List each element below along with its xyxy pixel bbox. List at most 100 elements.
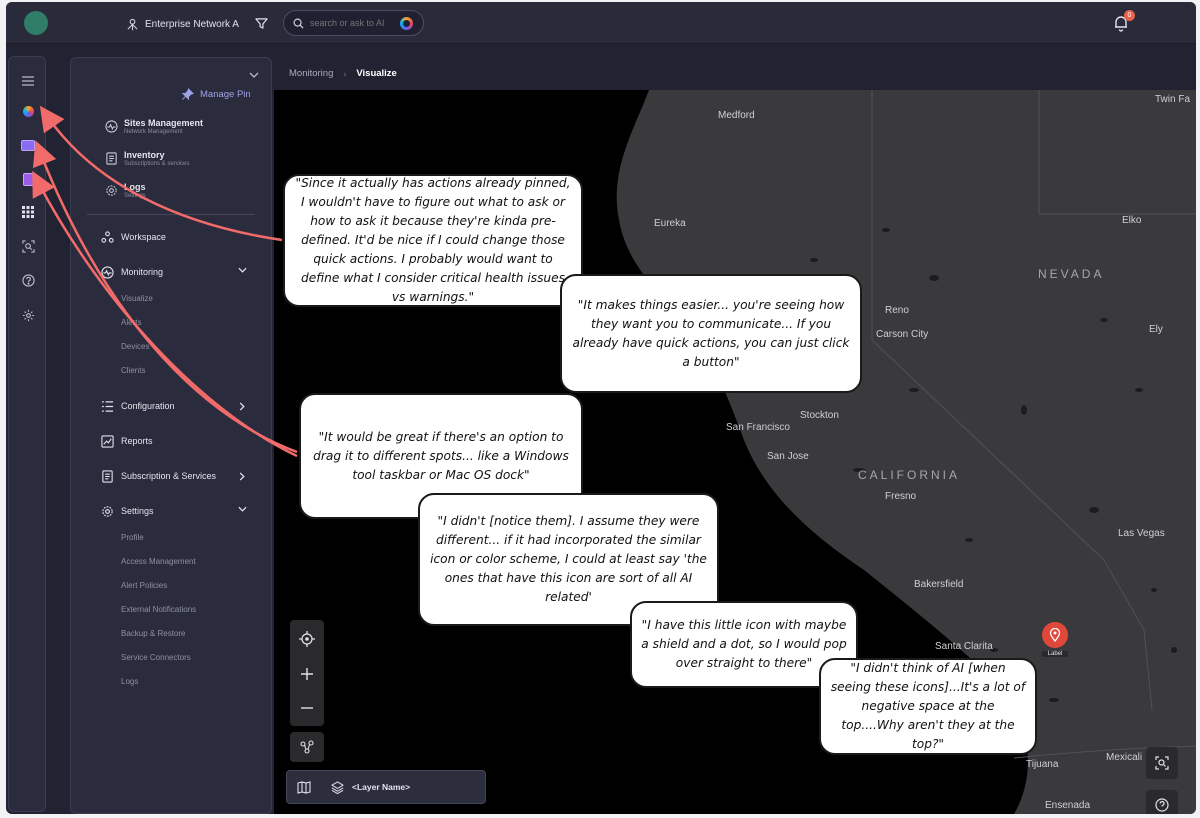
monitoring-icon <box>101 265 114 279</box>
map-icon[interactable] <box>297 780 311 794</box>
pinned-item-inventory[interactable]: Inventory Subscriptions & services <box>105 150 189 167</box>
user-quote: "I didn't think of AI [when seeing these… <box>819 658 1037 755</box>
map-city-label: Mexicali <box>1106 752 1143 763</box>
layers-icon <box>331 780 344 794</box>
nav-label: Configuration <box>121 401 175 411</box>
locate-icon[interactable] <box>298 630 316 653</box>
ai-assistant-icon[interactable] <box>18 101 38 121</box>
nav-label: Subscription & Services <box>121 471 217 481</box>
gear-icon <box>106 185 117 196</box>
map-city-label: Bakersfield <box>914 579 964 590</box>
pinned-app-icon[interactable] <box>18 169 38 189</box>
icon-rail <box>8 56 46 812</box>
nav-label: Monitoring <box>121 267 164 277</box>
topology-button[interactable] <box>290 732 324 762</box>
help-icon <box>1155 798 1169 812</box>
ai-search-icon <box>1155 756 1169 770</box>
map-city-label: Las Vegas <box>1118 528 1165 539</box>
nav-subitem-devices[interactable]: Devices <box>121 342 149 351</box>
pinned-subtitle: Settings <box>124 193 146 199</box>
network-name: Enterprise Network A <box>145 18 239 30</box>
nav-label: Reports <box>121 436 153 446</box>
location-pin-icon <box>1049 628 1061 642</box>
pinned-title: Sites Management <box>124 118 204 128</box>
gear-icon <box>102 505 113 517</box>
zoom-out-button[interactable] <box>299 700 315 721</box>
nav-subitem-logs[interactable]: Logs <box>121 677 138 686</box>
chevron-down-icon <box>238 267 247 273</box>
marker-label: Label <box>1042 651 1068 657</box>
nav-subitem-alert-policies[interactable]: Alert Policies <box>121 581 167 590</box>
ai-assistant-icon[interactable] <box>400 16 413 30</box>
pinned-item-logs[interactable]: Logs Settings <box>105 182 146 199</box>
network-icon <box>127 18 138 30</box>
notification-badge: 0 <box>1124 10 1135 21</box>
map-city-label: Tijuana <box>1026 759 1059 770</box>
plus-icon <box>301 668 313 680</box>
divider <box>87 214 255 215</box>
manage-pin-label: Manage Pin <box>200 89 251 100</box>
map-city-label: Elko <box>1122 215 1142 226</box>
nav-subitem-external-notifications[interactable]: External Notifications <box>121 605 196 614</box>
help-icon[interactable] <box>18 270 38 290</box>
map-city-label: Stockton <box>800 410 839 421</box>
nav-subitem-clients[interactable]: Clients <box>121 366 145 375</box>
breadcrumb-parent[interactable]: Monitoring <box>289 68 333 79</box>
nav-subitem-service-connectors[interactable]: Service Connectors <box>121 653 191 662</box>
chevron-down-icon <box>238 506 247 512</box>
pinned-subtitle: Subscriptions & services <box>124 161 190 167</box>
nav-subitem-profile[interactable]: Profile <box>121 533 144 542</box>
pinned-item-sites-management[interactable]: Sites Management Network Management <box>105 118 203 135</box>
document-icon <box>106 152 117 165</box>
nav-subitem-alerts[interactable]: Alerts <box>121 318 141 327</box>
chart-icon <box>101 434 114 448</box>
pinned-subtitle: Network Management <box>124 129 183 135</box>
manage-pin-button[interactable]: Manage Pin <box>181 88 251 101</box>
search-input[interactable] <box>310 18 394 28</box>
filter-icon <box>254 17 268 29</box>
nav-subitem-backup-restore[interactable]: Backup & Restore <box>121 629 185 638</box>
chevron-down-icon[interactable] <box>249 72 259 78</box>
ai-search-icon[interactable] <box>18 236 38 256</box>
pinned-app-icon[interactable] <box>18 135 38 155</box>
ai-search-button[interactable] <box>1146 747 1178 779</box>
apps-grid-icon[interactable] <box>18 202 38 222</box>
nav-item-monitoring[interactable]: Monitoring <box>101 263 247 281</box>
help-button[interactable] <box>1146 790 1178 814</box>
map-city-label: Ely <box>1149 324 1163 335</box>
nav-item-workspace[interactable]: Workspace <box>101 228 247 246</box>
nav-item-reports[interactable]: Reports <box>101 432 247 450</box>
user-avatar[interactable] <box>24 11 48 35</box>
nav-item-configuration[interactable]: Configuration <box>101 397 247 415</box>
breadcrumb-current: Visualize <box>356 68 397 79</box>
health-pulse-icon <box>105 120 118 133</box>
map-city-label: Fresno <box>885 491 917 502</box>
map-city-label: Reno <box>885 305 909 316</box>
network-selector[interactable]: Enterprise Network A <box>126 15 239 33</box>
settings-icon[interactable] <box>18 305 38 325</box>
menu-icon[interactable] <box>18 71 38 91</box>
nav-subitem-visualize[interactable]: Visualize <box>121 294 153 303</box>
nav-item-subscription-services[interactable]: Subscription & Services <box>101 467 247 485</box>
map-city-label: Santa Clarita <box>935 641 993 652</box>
map-marker[interactable] <box>1042 622 1068 648</box>
map-state-label: CALIFORNIA <box>858 468 961 482</box>
layer-selector[interactable]: <Layer Name> <box>331 780 411 794</box>
user-quote: "Since it actually has actions already p… <box>283 174 583 307</box>
topology-icon <box>300 740 314 754</box>
layer-name: <Layer Name> <box>352 782 411 792</box>
pinned-title: Logs <box>124 182 146 192</box>
map-city-label: Ensenada <box>1045 800 1091 811</box>
navigation-panel: Manage Pin Sites Management Network Mana… <box>70 57 272 814</box>
nav-item-settings[interactable]: Settings <box>101 502 247 520</box>
map-city-label: Carson City <box>876 329 929 340</box>
zoom-in-button[interactable] <box>299 666 315 687</box>
pinned-title: Inventory <box>124 150 165 160</box>
chevron-right-icon <box>239 472 245 481</box>
nav-subitem-access-management[interactable]: Access Management <box>121 557 196 566</box>
search-box[interactable] <box>283 10 424 36</box>
layer-bar: <Layer Name> <box>286 770 486 804</box>
nav-label: Workspace <box>121 232 166 242</box>
user-quote: "It makes things easier... you're seeing… <box>560 274 862 393</box>
filter-button[interactable] <box>250 12 272 34</box>
